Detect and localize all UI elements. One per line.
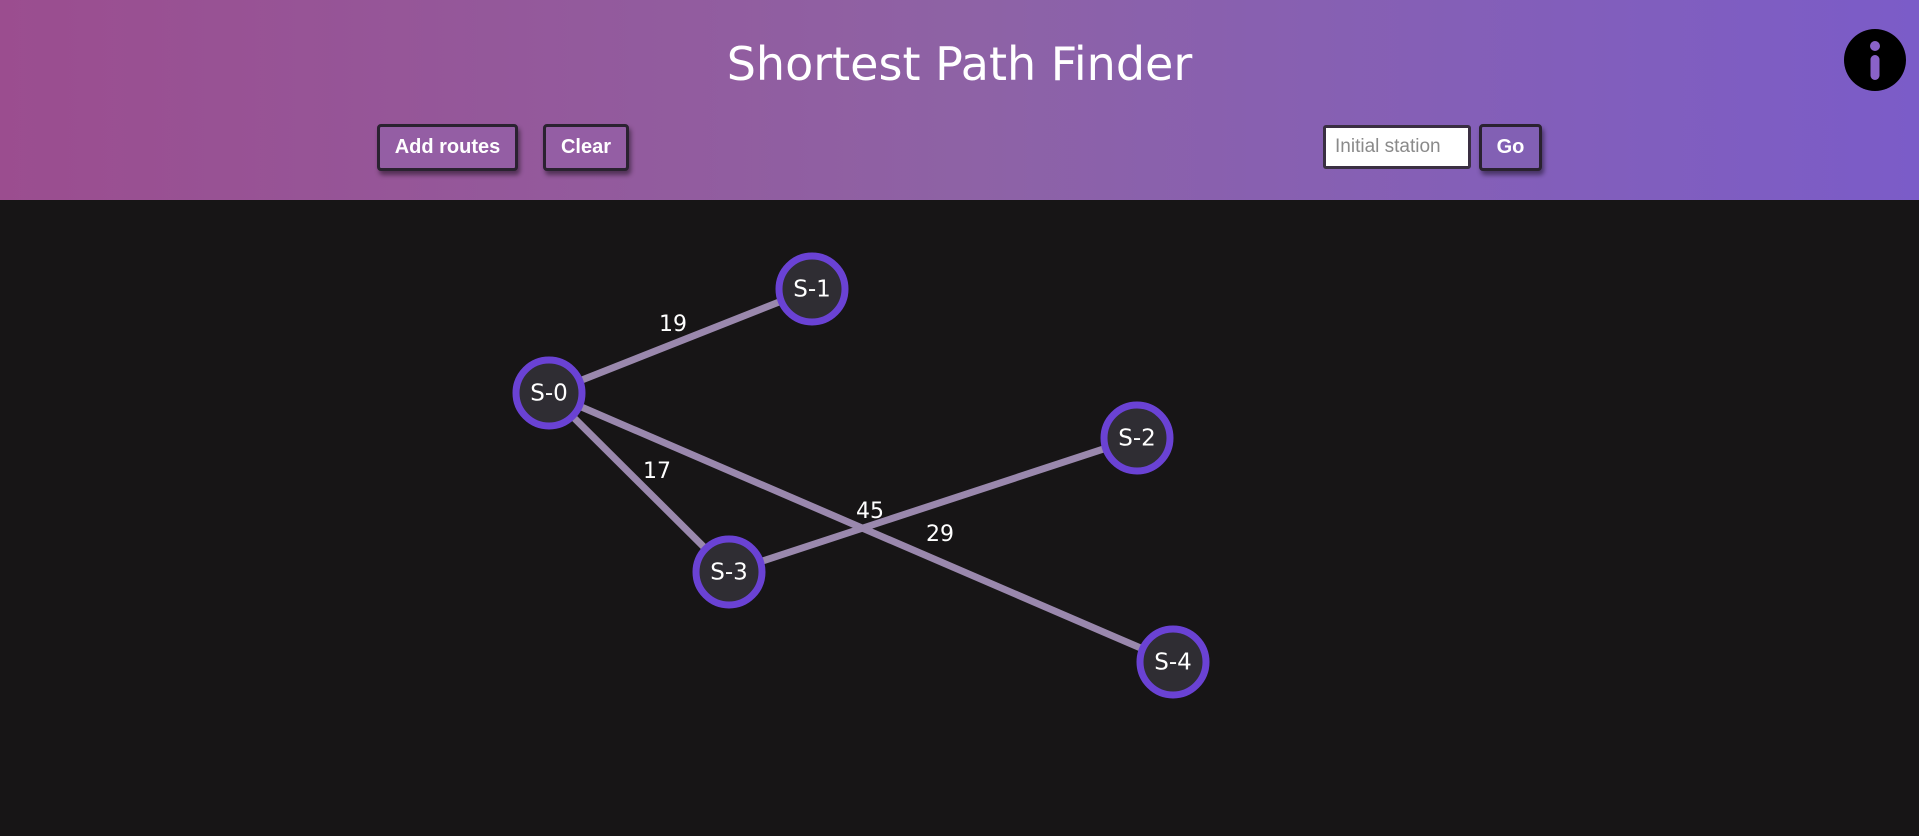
edge-s-0-s-1[interactable] <box>547 285 814 397</box>
app-header: Shortest Path Finder Add routes Clear Go <box>0 0 1919 200</box>
station-label: S-4 <box>1154 650 1192 676</box>
station-label: S-3 <box>710 560 748 586</box>
go-button[interactable]: Go <box>1479 124 1542 171</box>
graph-canvas[interactable]: 19 17 45 29 S-0 S-1 S-2 S-3 S-4 <box>0 200 1919 836</box>
initial-station-input[interactable] <box>1323 125 1471 169</box>
add-routes-button[interactable]: Add routes <box>377 124 518 171</box>
page-title: Shortest Path Finder <box>726 37 1193 91</box>
edge-weight-label: 29 <box>926 522 954 547</box>
edge-s-3-s-2[interactable] <box>727 434 1139 576</box>
clear-button[interactable]: Clear <box>543 124 629 171</box>
edge-weight-label: 19 <box>659 312 687 337</box>
station-node-s-3[interactable]: S-3 <box>692 535 766 609</box>
station-label: S-0 <box>530 381 568 407</box>
edge-weight-label: 45 <box>856 499 884 524</box>
station-node-s-1[interactable]: S-1 <box>775 252 849 326</box>
edge-weight-label: 17 <box>643 459 671 484</box>
info-icon <box>1870 41 1880 80</box>
info-button[interactable] <box>1844 29 1906 91</box>
station-node-s-2[interactable]: S-2 <box>1100 401 1174 475</box>
edge-s-0-s-4[interactable] <box>547 389 1175 666</box>
station-label: S-1 <box>793 277 831 303</box>
station-node-s-4[interactable]: S-4 <box>1136 625 1210 699</box>
station-label: S-2 <box>1118 426 1156 452</box>
station-node-s-0[interactable]: S-0 <box>512 356 586 430</box>
edge-s-0-s-3[interactable] <box>546 390 732 575</box>
